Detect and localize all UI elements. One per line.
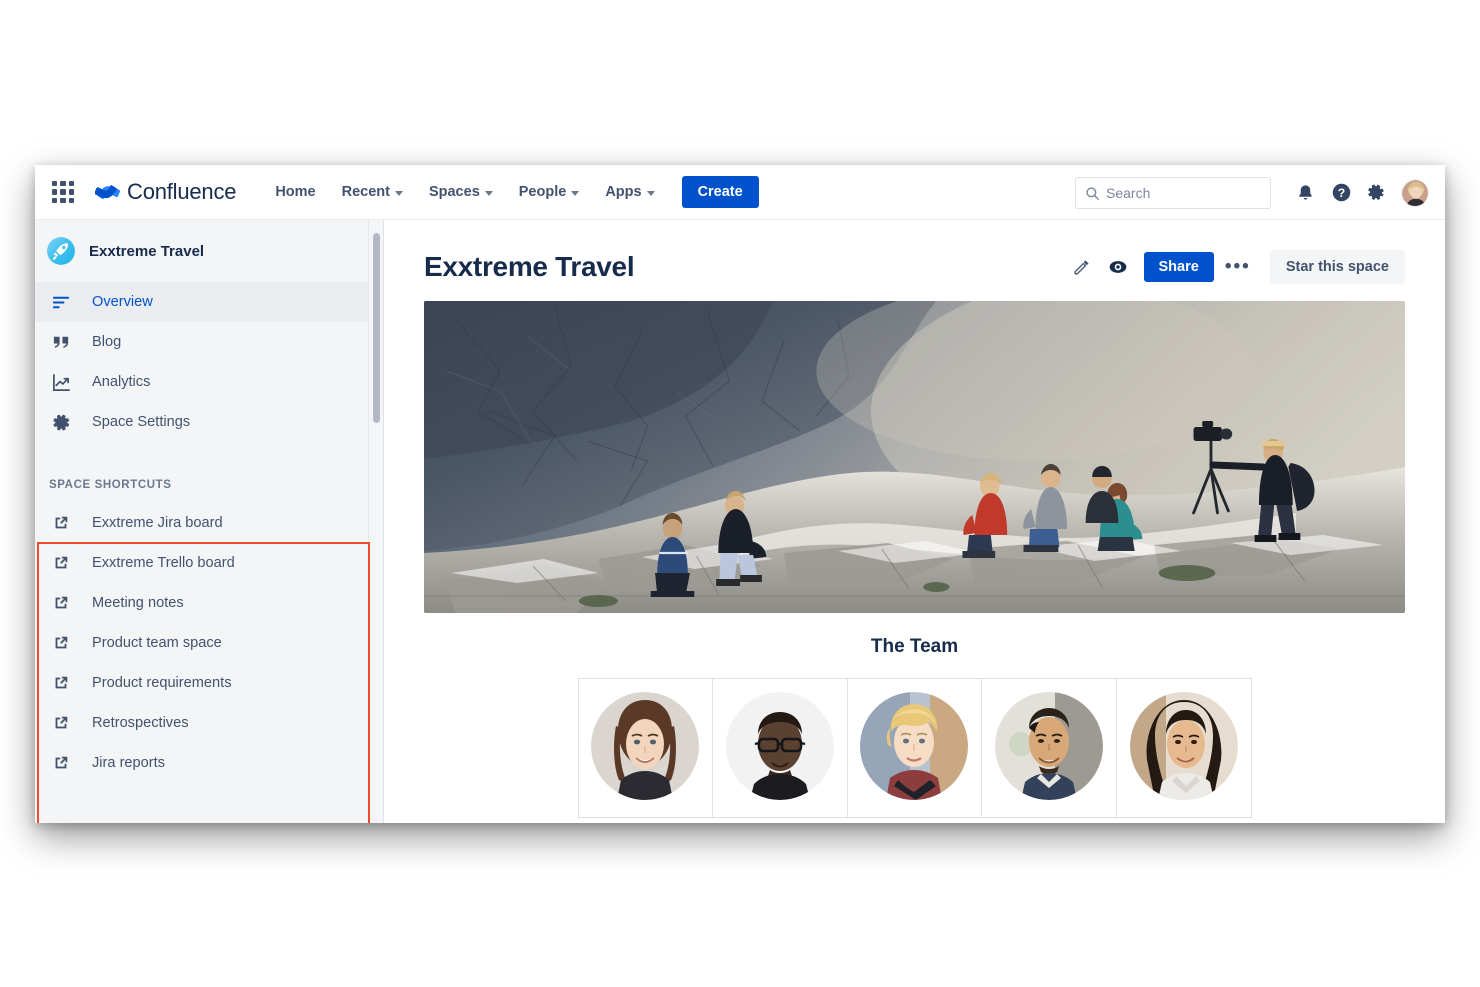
confluence-app-window: Confluence Home Recent Spaces People App… [35,165,1445,823]
external-link-icon [49,591,73,615]
global-navigation-bar: Confluence Home Recent Spaces People App… [35,165,1445,220]
team-member-cell-3[interactable] [846,678,983,818]
chevron-down-icon [646,190,655,196]
page-header: Exxtreme Travel Share ••• Star this spac… [384,220,1445,284]
nav-link-people-label: People [518,184,567,200]
settings-gear-icon[interactable] [1359,175,1395,211]
sidebar-item-space-settings-label: Space Settings [92,414,191,430]
blog-quote-icon [49,330,73,354]
external-link-icon [49,551,73,575]
shortcut-label: Jira reports [92,755,165,771]
nav-link-home[interactable]: Home [264,178,326,206]
shortcut-label: Product requirements [92,675,232,691]
shortcut-label: Retrospectives [92,715,189,731]
nav-link-recent[interactable]: Recent [331,178,414,206]
team-member-cell-4[interactable] [981,678,1117,818]
notifications-bell-icon[interactable] [1287,175,1323,211]
sidebar-item-analytics-label: Analytics [92,374,151,390]
page-actions: Share ••• Star this space [1066,250,1405,284]
settings-gear-icon [49,410,73,434]
team-heading: The Team [870,636,959,657]
sidebar-item-space-settings[interactable]: Space Settings [35,402,383,442]
create-button[interactable]: Create [681,176,759,208]
space-shortcuts-section: SPACE SHORTCUTS Exxtreme Jira board Exxt… [35,468,383,783]
shortcut-item-exxtreme-trello-board[interactable]: Exxtreme Trello board [35,543,383,583]
shortcut-item-exxtreme-jira-board[interactable]: Exxtreme Jira board [35,503,383,543]
shortcut-label: Product team space [92,635,222,651]
nav-link-apps[interactable]: Apps [594,178,665,206]
space-name: Exxtreme Travel [89,242,205,260]
space-main-content: Exxtreme Travel Share ••• Star this spac… [384,220,1445,823]
shortcut-item-meeting-notes[interactable]: Meeting notes [35,583,383,623]
analytics-chart-icon [49,370,73,394]
team-member-avatar-3 [860,691,969,800]
sidebar-scrollbar-thumb[interactable] [373,233,380,423]
user-avatar[interactable] [1401,178,1429,207]
shortcut-item-product-requirements[interactable]: Product requirements [35,663,383,703]
star-this-space-button[interactable]: Star this space [1269,250,1405,284]
primary-nav-links: Home Recent Spaces People Apps Create [264,176,759,208]
shortcut-label: Meeting notes [92,595,184,611]
confluence-mark-icon [95,184,120,199]
shortcut-label: Exxtreme Trello board [92,555,235,571]
chevron-down-icon [571,190,580,196]
shortcut-item-product-team-space[interactable]: Product team space [35,623,383,663]
sidebar-item-overview[interactable]: Overview [35,282,383,322]
grid-apps-icon[interactable] [52,181,74,203]
space-header[interactable]: Exxtreme Travel [35,220,383,282]
table-row [577,678,1252,818]
search-input[interactable] [1106,184,1270,201]
shortcut-item-retrospectives[interactable]: Retrospectives [35,703,383,743]
shortcut-item-jira-reports[interactable]: Jira reports [35,743,383,783]
team-member-cell-1[interactable] [577,678,714,818]
nav-link-home-label: Home [275,184,316,200]
nav-link-spaces-label: Spaces [428,184,480,200]
external-link-icon [49,631,73,655]
space-shortcuts-title: SPACE SHORTCUTS [49,479,172,491]
nav-right-actions: ? [1075,165,1429,220]
team-member-avatar-1 [591,691,700,800]
page-title: Exxtreme Travel [424,251,635,282]
external-link-icon [49,751,73,775]
team-member-avatar-2 [725,691,834,800]
team-member-cell-2[interactable] [712,678,848,818]
overview-lines-icon [49,290,73,314]
app-body: Exxtreme Travel Overview Blog Analytics … [35,220,1445,823]
team-member-avatar-5 [1129,691,1238,800]
sidebar-item-blog-label: Blog [92,334,122,350]
external-link-icon [49,511,73,535]
search-box[interactable] [1075,176,1271,209]
pencil-edit-icon[interactable] [1066,251,1098,283]
share-button[interactable]: Share [1143,252,1214,282]
search-icon [1086,186,1100,200]
team-members-table [577,678,1252,818]
help-question-icon[interactable]: ? [1323,175,1359,211]
sidebar-item-overview-label: Overview [92,294,153,310]
nav-link-spaces[interactable]: Spaces [418,178,504,206]
hero-image-wrap [384,284,1445,613]
confluence-logo-link[interactable]: Confluence [95,179,237,205]
space-rocket-avatar [47,237,75,265]
sidebar-item-blog[interactable]: Blog [35,322,383,362]
nav-link-people[interactable]: People [508,178,591,206]
hero-image [424,301,1405,613]
shortcut-label: Exxtreme Jira board [92,515,223,531]
sidebar-scrollbar[interactable] [368,220,383,823]
space-sidebar: Exxtreme Travel Overview Blog Analytics … [35,220,384,823]
nav-link-apps-label: Apps [605,184,642,200]
team-member-cell-5[interactable] [1115,678,1252,818]
team-member-avatar-4 [995,691,1104,800]
chevron-down-icon [484,190,493,196]
more-actions-button[interactable]: ••• [1222,251,1254,283]
external-link-icon [49,711,73,735]
nav-link-recent-label: Recent [341,184,390,200]
chevron-down-icon [394,190,403,196]
eye-watch-icon[interactable] [1102,251,1134,283]
svg-text:?: ? [1337,186,1344,200]
sidebar-item-analytics[interactable]: Analytics [35,362,383,402]
external-link-icon [49,671,73,695]
brand-name: Confluence [127,179,237,204]
